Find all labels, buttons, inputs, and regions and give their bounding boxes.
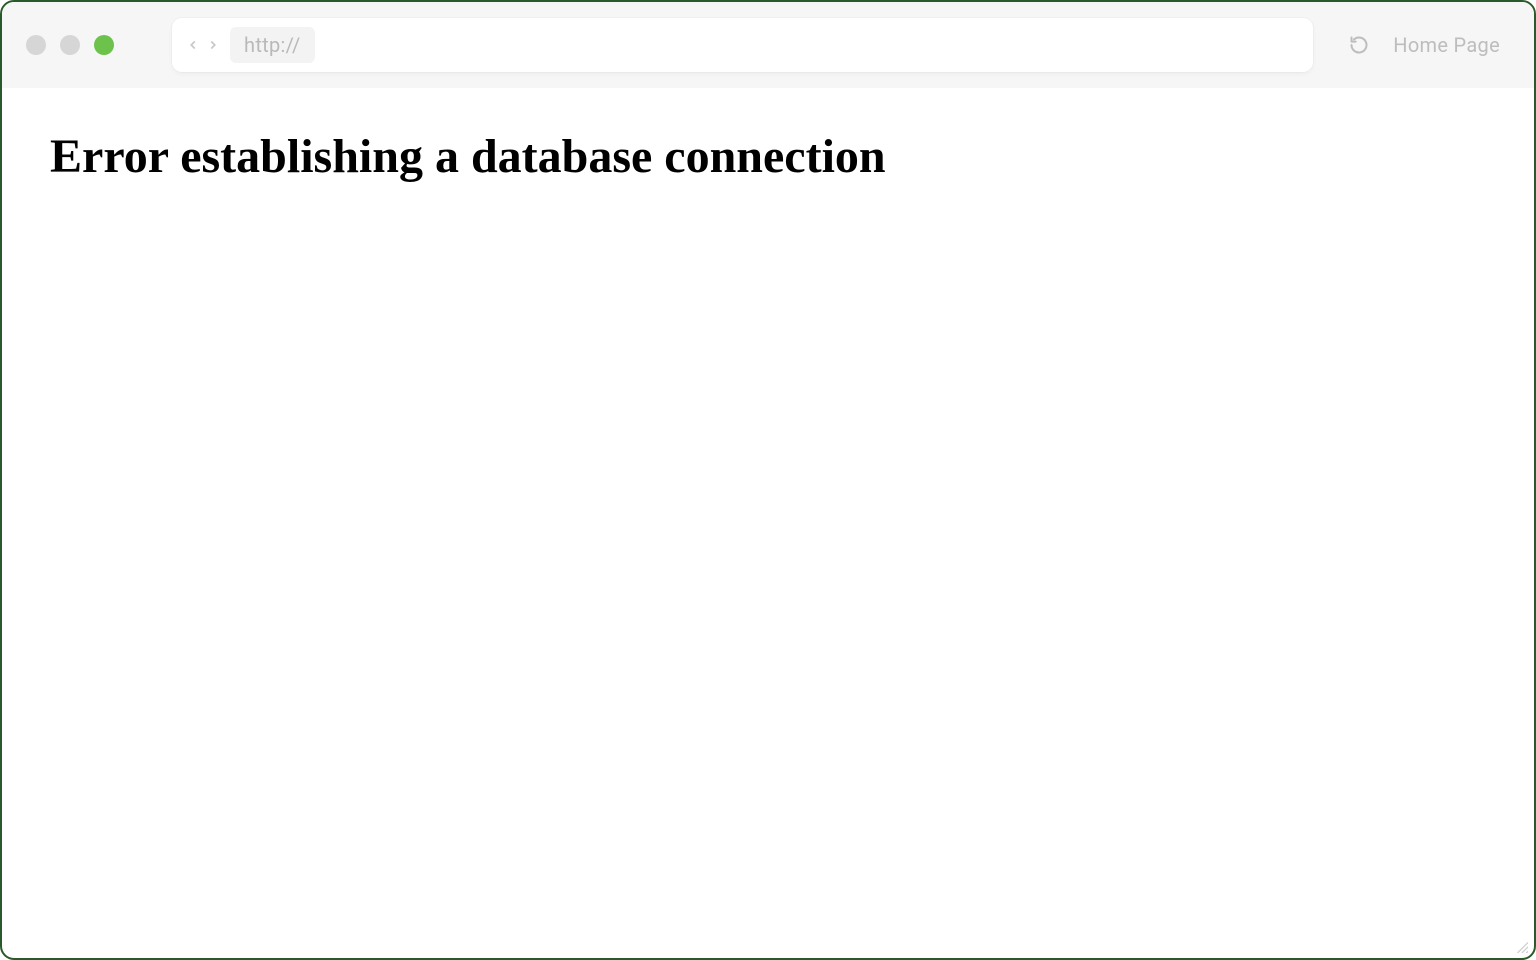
- browser-toolbar: http:// Home Page: [2, 2, 1534, 88]
- home-page-link[interactable]: Home Page: [1393, 33, 1500, 57]
- back-button[interactable]: [186, 38, 200, 52]
- address-bar[interactable]: http://: [172, 18, 1313, 72]
- url-scheme-pill: http://: [230, 27, 315, 63]
- url-scheme-text: http://: [244, 33, 301, 57]
- nav-arrows: [186, 38, 220, 52]
- window-maximize-button[interactable]: [94, 35, 114, 55]
- forward-button[interactable]: [206, 38, 220, 52]
- window-minimize-button[interactable]: [60, 35, 80, 55]
- toolbar-right: Home Page: [1349, 33, 1500, 57]
- error-title: Error establishing a database connection: [50, 128, 1486, 186]
- reload-button[interactable]: [1349, 35, 1369, 55]
- window-close-button[interactable]: [26, 35, 46, 55]
- browser-window: http:// Home Page Error establishing a d…: [0, 0, 1536, 960]
- resize-handle-icon[interactable]: [1514, 938, 1528, 952]
- page-content: Error establishing a database connection: [2, 88, 1534, 226]
- window-controls: [26, 35, 114, 55]
